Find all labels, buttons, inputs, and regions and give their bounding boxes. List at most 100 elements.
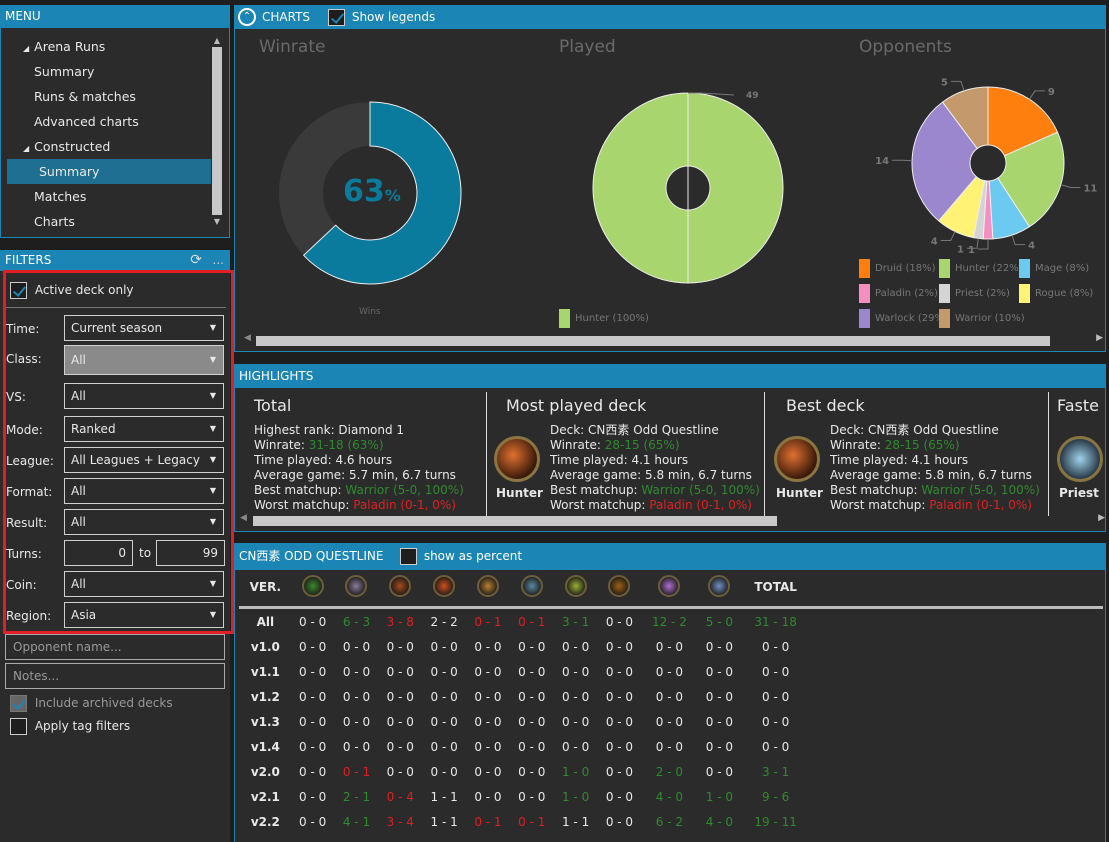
notes-input[interactable]: Notes... [5, 663, 225, 689]
opponents-slice-label: 4 [1028, 241, 1035, 252]
highlight-line: Worst matchup: Paladin (0-1, 0%) [550, 498, 760, 513]
include-archived-checkbox[interactable]: Include archived decks [10, 695, 173, 712]
format-dropdown[interactable]: All ▼ [64, 478, 224, 504]
class-column-header[interactable] [554, 570, 598, 604]
class-name: Hunter [776, 486, 823, 500]
record-cell: 0 - 0 [762, 639, 790, 654]
record-cell: 0 - 0 [705, 764, 734, 779]
record-cell: 0 - 0 [474, 664, 502, 679]
record-cell: 6 - 3 [342, 614, 371, 629]
record-cell: 1 - 0 [705, 789, 734, 804]
coin-dropdown[interactable]: All ▼ [64, 571, 224, 597]
record-cell: 0 - 0 [299, 714, 327, 729]
label-leader [1029, 90, 1045, 100]
total-header: TOTAL [754, 580, 797, 594]
class-column-header[interactable] [641, 570, 697, 604]
record-cell: 0 - 0 [561, 739, 590, 754]
legend-swatch [559, 309, 570, 328]
mode-dropdown[interactable]: Ranked ▼ [64, 416, 224, 442]
record-cell: 0 - 0 [342, 664, 371, 679]
rogue-class-icon [564, 574, 587, 597]
record-cell: 2 - 2 [430, 614, 458, 629]
class-column-header[interactable] [291, 570, 335, 604]
class-column-header[interactable] [697, 570, 741, 604]
record-cell: 0 - 0 [762, 664, 790, 679]
charts-hscrollbar[interactable]: ◀ ▶ [244, 333, 1103, 346]
opponent-name-input[interactable]: Opponent name... [5, 634, 225, 660]
record-cell: 31 - 18 [754, 614, 797, 629]
highlight-line: Best matchup: Warrior (5-0, 100%) [254, 483, 464, 498]
legend-item-druid: Druid (18%) [859, 259, 935, 278]
class-column-header[interactable] [422, 570, 466, 604]
highlight-line: Winrate: 28-15 (65%) [550, 438, 760, 453]
region-dropdown[interactable]: Asia ▼ [64, 602, 224, 628]
result-dropdown[interactable]: All ▼ [64, 509, 224, 535]
version-cell: v1.0 [250, 639, 280, 654]
highlight-line: Best matchup: Warrior (5-0, 100%) [830, 483, 1040, 498]
highlight-card: Most played deck Hunter Deck: CN西素 Odd Que… [488, 392, 765, 516]
show-as-percent-checkbox[interactable]: show as percent [400, 543, 522, 570]
apply-tag-filters-checkbox[interactable]: Apply tag filters [10, 718, 130, 735]
highlight-line: Highest rank: Diamond 1 [254, 423, 464, 438]
record-cell: 4 - 0 [655, 789, 684, 804]
class-column-header[interactable] [378, 570, 422, 604]
highlight-line-value: Warrior (5-0, 100%) [921, 483, 1040, 497]
legend-label: Warlock (29%) [875, 313, 948, 324]
record-cell: 0 - 0 [299, 639, 327, 654]
highlights-header: HIGHLIGHTS [234, 364, 1106, 388]
record-cell: 0 - 0 [430, 664, 458, 679]
hunter-class-icon [345, 574, 368, 597]
version-cell: v1.3 [250, 714, 280, 729]
record-cell: 0 - 0 [518, 764, 546, 779]
class-column-header[interactable] [510, 570, 554, 604]
record-cell: 0 - 0 [518, 739, 546, 754]
table-row: v2.0 0 - 0 0 - 1 0 - 0 0 - 0 0 - 0 0 - 0 1 - 0 0… [240, 759, 810, 784]
record-cell: 0 - 0 [762, 714, 790, 729]
highlights-hscrollbar[interactable]: ◀ ▶ [240, 513, 1105, 527]
record-cell: 0 - 0 [605, 689, 634, 704]
record-cell: 3 - 4 [386, 814, 414, 829]
record-cell: 0 - 0 [655, 639, 684, 654]
include-archived-label: Include archived decks [34, 696, 173, 710]
table-row: v1.3 0 - 0 0 - 0 0 - 0 0 - 0 0 - 0 0 - 0 0 - 0 0… [240, 709, 810, 734]
class-column-header[interactable] [335, 570, 379, 604]
legend-swatch [1019, 259, 1030, 278]
played-slice-label: 49 [746, 91, 759, 101]
opponents-slice-label: 1 [957, 244, 964, 255]
mode-filter: Mode: Ranked ▼ [6, 416, 224, 444]
record-cell: 0 - 0 [605, 664, 634, 679]
vs-dropdown[interactable]: All ▼ [64, 383, 224, 409]
record-cell: 0 - 0 [605, 814, 634, 829]
highlight-line-value: Warrior (5-0, 100%) [345, 483, 464, 497]
legend-item-mage: Mage (8%) [1019, 259, 1089, 278]
label-leader [978, 239, 989, 250]
league-label: League: [6, 454, 54, 468]
turns-label: Turns: [6, 547, 42, 561]
class-column-header[interactable] [598, 570, 642, 604]
turns-from-input[interactable]: 0 [64, 540, 133, 566]
highlight-card-title: Faste [1057, 396, 1099, 415]
league-dropdown[interactable]: All Leagues + Legacy ▼ [64, 447, 224, 473]
record-cell: 5 - 0 [705, 614, 734, 629]
record-cell: 0 - 0 [605, 789, 634, 804]
apply-tag-filters-label: Apply tag filters [34, 719, 131, 733]
record-cell: 0 - 0 [762, 739, 790, 754]
record-cell: 0 - 0 [518, 664, 546, 679]
turns-to-input[interactable]: 99 [156, 540, 225, 566]
result-value: All [71, 515, 86, 529]
highlights-title: HIGHLIGHTS [239, 369, 314, 383]
version-cell: v2.2 [250, 814, 280, 829]
record-cell: 0 - 0 [705, 739, 734, 754]
highlight-line-label: Average game: 5.8 min, 6.7 turns [830, 468, 1032, 482]
opponents-slice-label: 5 [941, 77, 948, 88]
highlight-line-label: Best matchup: [254, 483, 346, 497]
format-label: Format: [6, 485, 53, 499]
class-name: Hunter [496, 486, 543, 500]
class-column-header[interactable] [466, 570, 510, 604]
record-cell: 0 - 0 [655, 739, 684, 754]
winrate-unit: % [384, 186, 401, 205]
record-cell: 0 - 1 [342, 764, 371, 779]
record-cell: 0 - 0 [605, 764, 634, 779]
record-cell: 0 - 0 [386, 689, 414, 704]
highlight-line-label: Time played: 4.1 hours [550, 453, 689, 467]
